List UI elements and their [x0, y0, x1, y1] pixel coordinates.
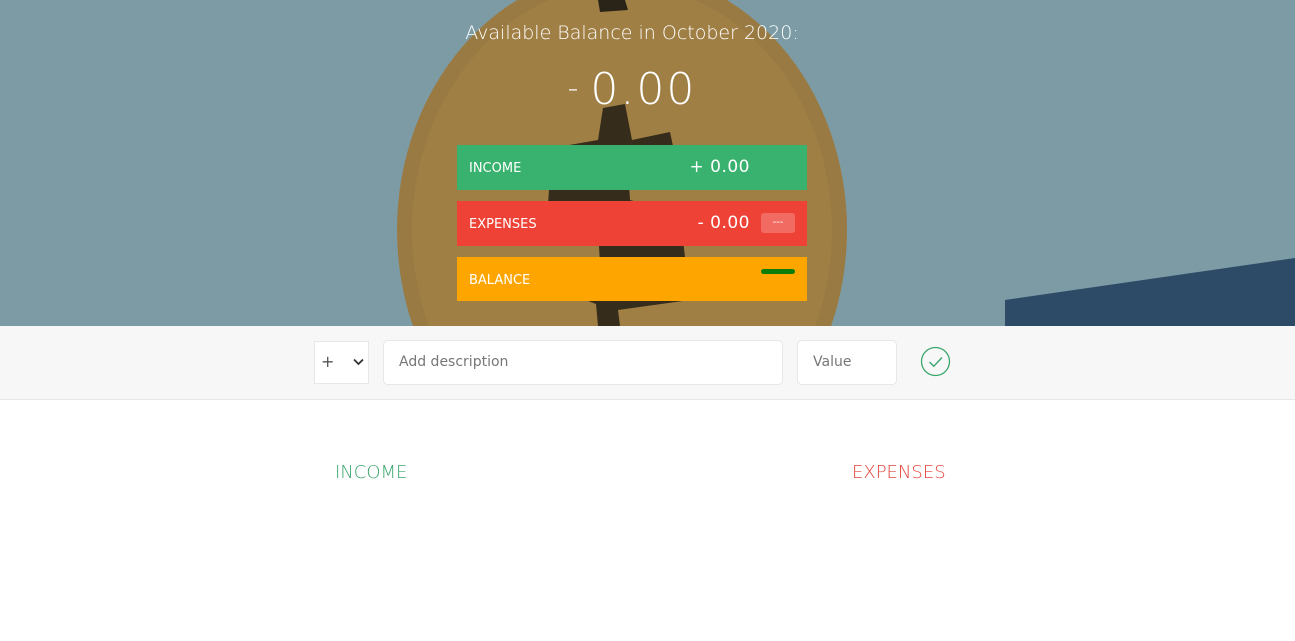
income-summary: INCOME + 0.00 [457, 145, 807, 190]
expenses-list-title: EXPENSES [852, 462, 946, 483]
header-section: Available Balance in October 2020: -0.00… [0, 0, 1295, 326]
available-balance: -0.00 [457, 64, 807, 115]
description-input[interactable]: Add description [383, 340, 783, 385]
income-value: + 0.00 [689, 157, 750, 177]
budget-title: Available Balance in October 2020: [465, 22, 799, 44]
expenses-percentage-badge: --- [761, 213, 795, 233]
add-entry-bar: + Add description Value [0, 326, 1295, 400]
expenses-value: - 0.00 [697, 213, 750, 233]
income-list-title: INCOME [335, 462, 408, 483]
balance-indicator [761, 269, 795, 274]
balance-summary: BALANCE [457, 257, 807, 301]
type-select-value: + [321, 352, 335, 371]
balance-sign: - [567, 71, 581, 106]
income-label: INCOME [469, 161, 522, 176]
expenses-summary: EXPENSES - 0.00 --- [457, 201, 807, 246]
type-select[interactable]: + [314, 341, 369, 384]
balance-label: BALANCE [469, 273, 531, 288]
expenses-label: EXPENSES [469, 217, 537, 232]
checkmark-circle-icon[interactable] [920, 346, 951, 377]
chevron-down-icon [353, 358, 364, 366]
value-input[interactable]: Value [797, 340, 897, 385]
balance-value: 0.00 [590, 64, 697, 115]
